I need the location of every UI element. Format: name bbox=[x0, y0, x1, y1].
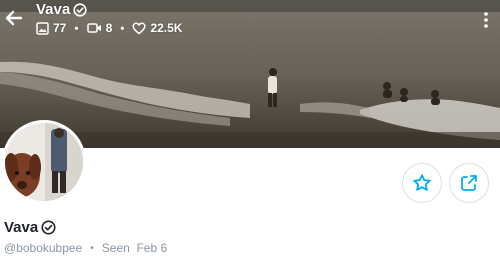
profile-name: Vava bbox=[4, 219, 39, 236]
likes-count-value: 22.5K bbox=[150, 21, 183, 35]
header-title-row: Vava bbox=[36, 1, 87, 19]
back-button[interactable] bbox=[3, 7, 25, 29]
cover-image: Vava 77 • 8 • 22.5K bbox=[0, 0, 500, 148]
heart-icon bbox=[132, 22, 147, 34]
image-icon bbox=[36, 21, 49, 35]
stats-separator: • bbox=[74, 21, 79, 35]
meta-separator: • bbox=[90, 242, 94, 254]
more-options-button[interactable] bbox=[478, 9, 494, 31]
header-stats: 77 • 8 • 22.5K bbox=[36, 21, 182, 35]
stats-separator: • bbox=[120, 21, 125, 35]
videos-count: 8 bbox=[86, 21, 113, 35]
more-vertical-icon bbox=[484, 12, 488, 28]
photos-count: 77 bbox=[36, 21, 66, 35]
profile-name-row: Vava bbox=[4, 219, 56, 236]
avatar[interactable] bbox=[2, 120, 86, 204]
likes-count: 22.5K bbox=[132, 21, 182, 35]
verified-badge-icon bbox=[41, 220, 56, 235]
last-seen-status: Seen Feb 6 bbox=[101, 241, 168, 255]
favorite-button[interactable] bbox=[402, 163, 442, 203]
profile-meta: @bobokubpee • Seen Feb 6 bbox=[4, 241, 167, 255]
header-title: Vava bbox=[36, 1, 71, 18]
share-button[interactable] bbox=[449, 163, 489, 203]
avatar-image bbox=[5, 123, 83, 201]
videos-count-value: 8 bbox=[105, 21, 113, 35]
top-bar: Vava 77 • 8 • 22.5K bbox=[0, 0, 500, 44]
photos-count-value: 77 bbox=[53, 21, 67, 35]
star-icon bbox=[413, 174, 431, 191]
video-icon bbox=[86, 23, 101, 33]
share-icon bbox=[461, 175, 477, 191]
verified-badge-icon bbox=[73, 3, 87, 17]
username: @bobokubpee bbox=[4, 241, 83, 255]
arrow-left-icon bbox=[5, 10, 23, 26]
